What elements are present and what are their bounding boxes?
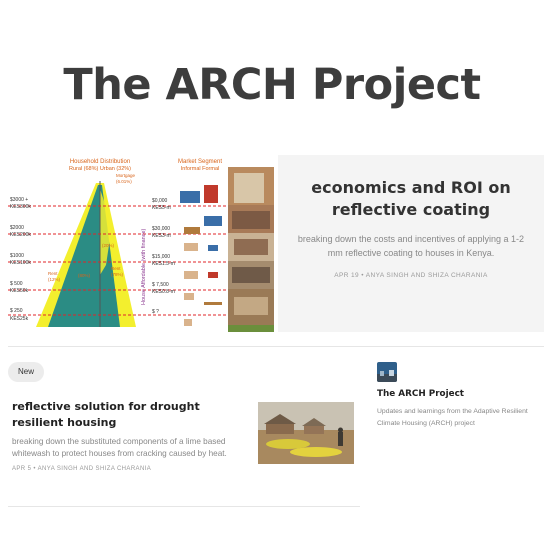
- right-label-usd-3: $15,000: [152, 254, 170, 260]
- right-label-kes-3: KES1.5-m: [152, 261, 175, 267]
- left-label-usd-3: $1000: [10, 253, 24, 259]
- house-icon-8: [208, 272, 218, 278]
- house-icon-10: [204, 302, 222, 305]
- own-pct: (80%): [78, 273, 91, 278]
- left-label-usd-2: $2000: [10, 225, 24, 231]
- left-label-usd-5: $ 250: [10, 308, 23, 314]
- right-label-kes-4: KES0.8-m: [152, 289, 175, 295]
- featured-post-card[interactable]: Household Distribution Rural (68%) Urban…: [8, 155, 544, 332]
- post-meta: APR 5 • ANYA SINGH AND SHIZA CHARANIA: [12, 466, 152, 472]
- axis-label: House Affordable (with finance): [141, 229, 147, 305]
- header-market: Market Segment: [178, 159, 222, 165]
- left-label-usd-4: $ 500: [10, 281, 23, 287]
- mortgage-pct: (6.01%): [116, 179, 132, 184]
- right-label-kes-2: KES3-m: [152, 233, 171, 239]
- house-icon-3: [204, 216, 222, 226]
- featured-post-subtitle: breaking down the costs and incentives o…: [297, 234, 525, 258]
- featured-post-image[interactable]: Household Distribution Rural (68%) Urban…: [8, 155, 274, 332]
- house-icon-6: [208, 245, 218, 251]
- house-icon-7: [184, 271, 198, 279]
- left-label-kes-4: KES50k: [10, 288, 29, 294]
- house-icon-2: [204, 185, 218, 203]
- header-household: Household Distribution: [70, 159, 130, 165]
- right-label-kes-1: KES5-m: [152, 205, 171, 211]
- left-label-kes-3: KES100k: [10, 260, 31, 266]
- featured-post-title[interactable]: economics and ROI on reflective coating: [296, 177, 526, 221]
- publication-title[interactable]: The ARCH Project: [377, 389, 464, 399]
- post-subtitle: breaking down the substituted components…: [12, 437, 227, 458]
- publication-logo[interactable]: [377, 362, 397, 382]
- house-icon-1: [180, 191, 200, 203]
- right-label-usd-1: $0,000: [152, 198, 168, 204]
- own-pct-2: (20%): [102, 243, 115, 248]
- right-label-usd-4: $ 7,500: [152, 282, 169, 288]
- house-icon-5: [184, 243, 198, 251]
- header-household-sub: Rural (68%) Urban (32%): [69, 166, 131, 172]
- left-label-kes-1: KES300k: [10, 204, 31, 210]
- left-label-kes-5: KES25k: [10, 316, 29, 322]
- header-market-sub: Informal Formal: [181, 166, 220, 172]
- right-label-usd-5: $ ?: [152, 309, 159, 315]
- featured-post-text[interactable]: economics and ROI on reflective coating …: [278, 155, 544, 332]
- mortgage-label: Mortgage: [116, 173, 136, 178]
- left-label-usd-1: $3000 +: [10, 197, 28, 203]
- divider: [8, 506, 360, 507]
- left-label-kes-2: KES200k: [10, 232, 31, 238]
- featured-post-meta: APR 19 • ANYA SINGH AND SHIZA CHARANIA: [334, 272, 488, 279]
- house-icon-4: [184, 227, 200, 234]
- post-title[interactable]: reflective solution for drought resilien…: [12, 399, 238, 431]
- site-title[interactable]: The ARCH Project: [0, 60, 544, 110]
- rent-right-pct: (78%): [111, 272, 124, 277]
- rent-right-label: Rent: [111, 266, 121, 271]
- house-icon-9: [184, 293, 194, 300]
- building-photos: [228, 167, 274, 332]
- rent-left-pct: (12%): [48, 277, 61, 282]
- post-thumbnail[interactable]: [258, 402, 354, 464]
- publication-description: Updates and learnings from the Adaptive …: [377, 408, 528, 427]
- divider: [8, 346, 544, 347]
- rent-left-label: Rent: [48, 271, 58, 276]
- right-label-usd-2: $30,000: [152, 226, 170, 232]
- new-badge: New: [8, 362, 44, 382]
- house-icon-11: [184, 319, 192, 326]
